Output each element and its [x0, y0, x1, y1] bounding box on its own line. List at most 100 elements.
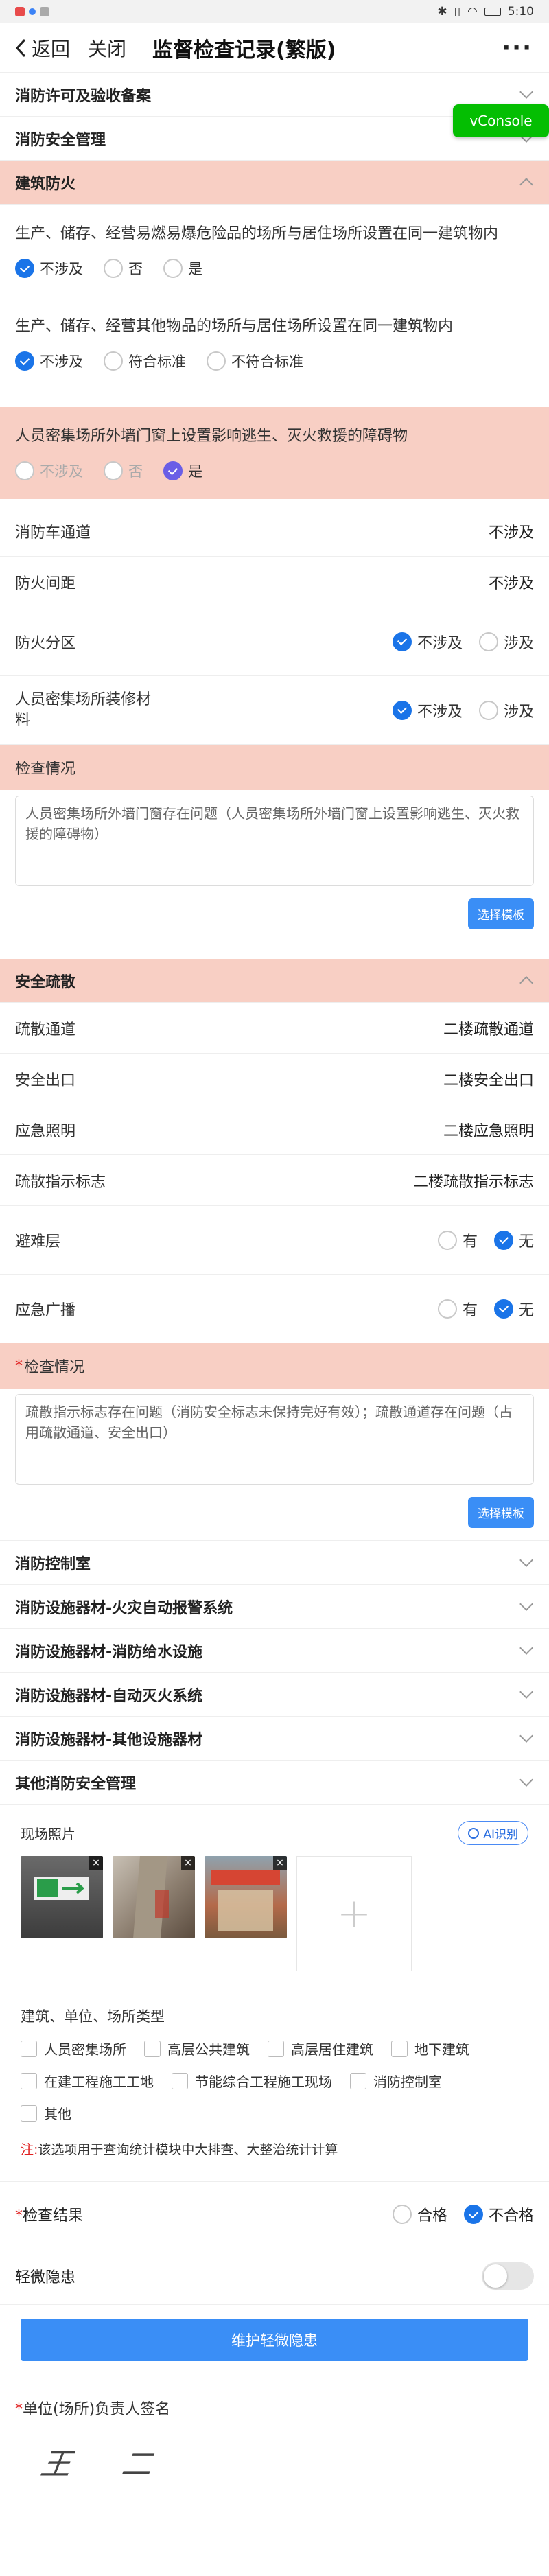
- radio-option[interactable]: 符合标准: [104, 351, 186, 371]
- more-menu-icon[interactable]: ···: [502, 34, 533, 62]
- photo-thumbnail[interactable]: ×: [113, 1856, 195, 1938]
- radio-checked-icon: [392, 631, 412, 651]
- radio-option[interactable]: 不合格: [463, 2203, 534, 2225]
- type-checkbox[interactable]: 高层居住建筑: [268, 2039, 373, 2058]
- section-title: 安全疏散: [15, 973, 76, 991]
- radio-option[interactable]: 有: [437, 1298, 478, 1320]
- message-icon: [40, 7, 49, 16]
- option-label: 无: [518, 1301, 534, 1319]
- radio-empty-icon: [478, 700, 498, 720]
- checkbox-empty-icon: [350, 2072, 366, 2089]
- radio-option[interactable]: 不符合标准: [207, 351, 303, 371]
- close-button[interactable]: 关闭: [88, 34, 126, 62]
- radio-group: 不涉及 符合标准 不符合标准: [15, 338, 534, 389]
- section-title: 建筑防火: [15, 175, 76, 193]
- check-situation-textarea[interactable]: 疏散指示标志存在问题（消防安全标志未保持完好有效）；疏散通道存在问题（占用疏散通…: [15, 1394, 534, 1485]
- option-label: 是: [188, 261, 202, 277]
- radio-option[interactable]: 不涉及: [15, 461, 83, 481]
- section-evacuation[interactable]: 安全疏散: [0, 959, 549, 1003]
- type-checkbox[interactable]: 人员密集场所: [21, 2039, 126, 2058]
- section-water[interactable]: 消防设施器材-消防给水设施: [0, 1629, 549, 1673]
- checkbox-empty-icon: [144, 2040, 161, 2057]
- type-checkbox[interactable]: 其他: [21, 2103, 511, 2123]
- radio-checked-icon: [392, 700, 412, 720]
- row-broadcast: 应急广播 有 无: [0, 1275, 549, 1343]
- vconsole-button[interactable]: vConsole: [453, 104, 549, 137]
- radio-option[interactable]: 否: [104, 461, 143, 481]
- row-label: 人员密集场所装修材料: [15, 691, 152, 729]
- remove-photo-icon[interactable]: ×: [89, 1856, 103, 1870]
- radio-option[interactable]: 是: [163, 258, 202, 279]
- type-checkbox[interactable]: 消防控制室: [350, 2071, 442, 2091]
- checkbox-label: 其他: [44, 2106, 71, 2122]
- radio-option[interactable]: 不涉及: [392, 699, 463, 721]
- radio-option[interactable]: 涉及: [478, 699, 534, 721]
- section-title: 消防设施器材-消防给水设施: [15, 1643, 203, 1661]
- row-fire-spacing[interactable]: 防火间距 不涉及: [0, 557, 549, 607]
- checkbox-empty-icon: [21, 2040, 37, 2057]
- photo-list: × × × +: [0, 1856, 549, 1971]
- ai-icon: [468, 1827, 480, 1839]
- status-icons-left: [15, 7, 49, 16]
- section-control-room[interactable]: 消防控制室: [0, 1541, 549, 1585]
- checkbox-label: 地下建筑: [414, 2041, 469, 2058]
- radio-option[interactable]: 无: [493, 1229, 534, 1251]
- radio-empty-icon: [478, 631, 498, 651]
- radio-option[interactable]: 不涉及: [392, 631, 463, 653]
- radio-option[interactable]: 不涉及: [15, 351, 83, 371]
- row-evac-sign[interactable]: 疏散指示标志 二楼疏散指示标志: [0, 1155, 549, 1206]
- plus-icon: +: [336, 1890, 372, 1938]
- minor-hazard-toggle[interactable]: [482, 2262, 534, 2290]
- ai-recognize-button[interactable]: AI识别: [458, 1821, 528, 1845]
- remove-photo-icon[interactable]: ×: [181, 1856, 195, 1870]
- radio-option[interactable]: 无: [493, 1298, 534, 1320]
- check-situation-textarea[interactable]: 人员密集场所外墙门窗存在问题（人员密集场所外墙门窗上设置影响逃生、灭火救援的障碍…: [15, 796, 534, 886]
- question-text: 生产、储存、经营易燃易爆危险品的场所与居住场所设置在同一建筑物内: [15, 225, 499, 242]
- row-fire-lane[interactable]: 消防车通道 不涉及: [0, 506, 549, 557]
- radio-option[interactable]: 合格: [392, 2203, 447, 2225]
- row-evac-route[interactable]: 疏散通道 二楼疏散通道: [0, 1003, 549, 1054]
- radio-option[interactable]: 是: [163, 461, 202, 481]
- photo-thumbnail[interactable]: ×: [21, 1856, 103, 1938]
- row-label: 疏散指示标志: [15, 1173, 106, 1191]
- photo-thumbnail[interactable]: ×: [205, 1856, 287, 1938]
- select-template-button[interactable]: 选择模板: [468, 898, 534, 929]
- radio-option[interactable]: 涉及: [478, 631, 534, 653]
- row-label: 防火间距: [15, 575, 76, 592]
- option-label: 不涉及: [417, 634, 463, 652]
- option-label: 无: [518, 1233, 534, 1251]
- back-button[interactable]: 返回: [14, 34, 70, 62]
- chevron-down-icon: [519, 1728, 533, 1743]
- signature-pad[interactable]: 王 二: [0, 2433, 549, 2529]
- row-emergency-light[interactable]: 应急照明 二楼应急照明: [0, 1104, 549, 1155]
- option-label: 否: [128, 261, 143, 277]
- section-title: 消防许可及验收备案: [15, 87, 152, 105]
- section-other-equipment[interactable]: 消防设施器材-其他设施器材: [0, 1717, 549, 1761]
- type-checkbox[interactable]: 节能综合工程施工现场: [172, 2071, 332, 2091]
- section-building[interactable]: 建筑防火: [0, 161, 549, 205]
- maintain-minor-hazard-button[interactable]: 维护轻微隐患: [21, 2319, 528, 2361]
- section-extinguish[interactable]: 消防设施器材-自动灭火系统: [0, 1673, 549, 1717]
- remove-photo-icon[interactable]: ×: [273, 1856, 287, 1870]
- radio-option[interactable]: 不涉及: [15, 258, 83, 279]
- radio-option[interactable]: 否: [104, 258, 143, 279]
- radio-checked-icon: [493, 1299, 513, 1319]
- section-alarm[interactable]: 消防设施器材-火灾自动报警系统: [0, 1585, 549, 1629]
- type-checkbox[interactable]: 地下建筑: [391, 2039, 469, 2058]
- select-template-button[interactable]: 选择模板: [468, 1497, 534, 1528]
- radio-empty-icon: [437, 1230, 457, 1250]
- option-label: 否: [128, 463, 143, 480]
- radio-checked-icon: [15, 259, 34, 278]
- section-title: 消防安全管理: [15, 131, 106, 149]
- types-checkbox-group: 人员密集场所 高层公共建筑 高层居住建筑 地下建筑 在建工程施工工地 节能综合工…: [0, 2039, 549, 2123]
- chevron-down-icon: [519, 84, 533, 99]
- types-label: 建筑、单位、场所类型: [21, 2008, 165, 2025]
- app-notification-icon: [29, 8, 36, 15]
- add-photo-button[interactable]: +: [296, 1856, 412, 1971]
- row-safety-exit[interactable]: 安全出口 二楼安全出口: [0, 1054, 549, 1104]
- radio-option[interactable]: 有: [437, 1229, 478, 1251]
- type-checkbox[interactable]: 在建工程施工工地: [21, 2071, 154, 2091]
- section-title: 消防控制室: [15, 1555, 91, 1573]
- type-checkbox[interactable]: 高层公共建筑: [144, 2039, 250, 2058]
- section-other-management[interactable]: 其他消防安全管理: [0, 1761, 549, 1805]
